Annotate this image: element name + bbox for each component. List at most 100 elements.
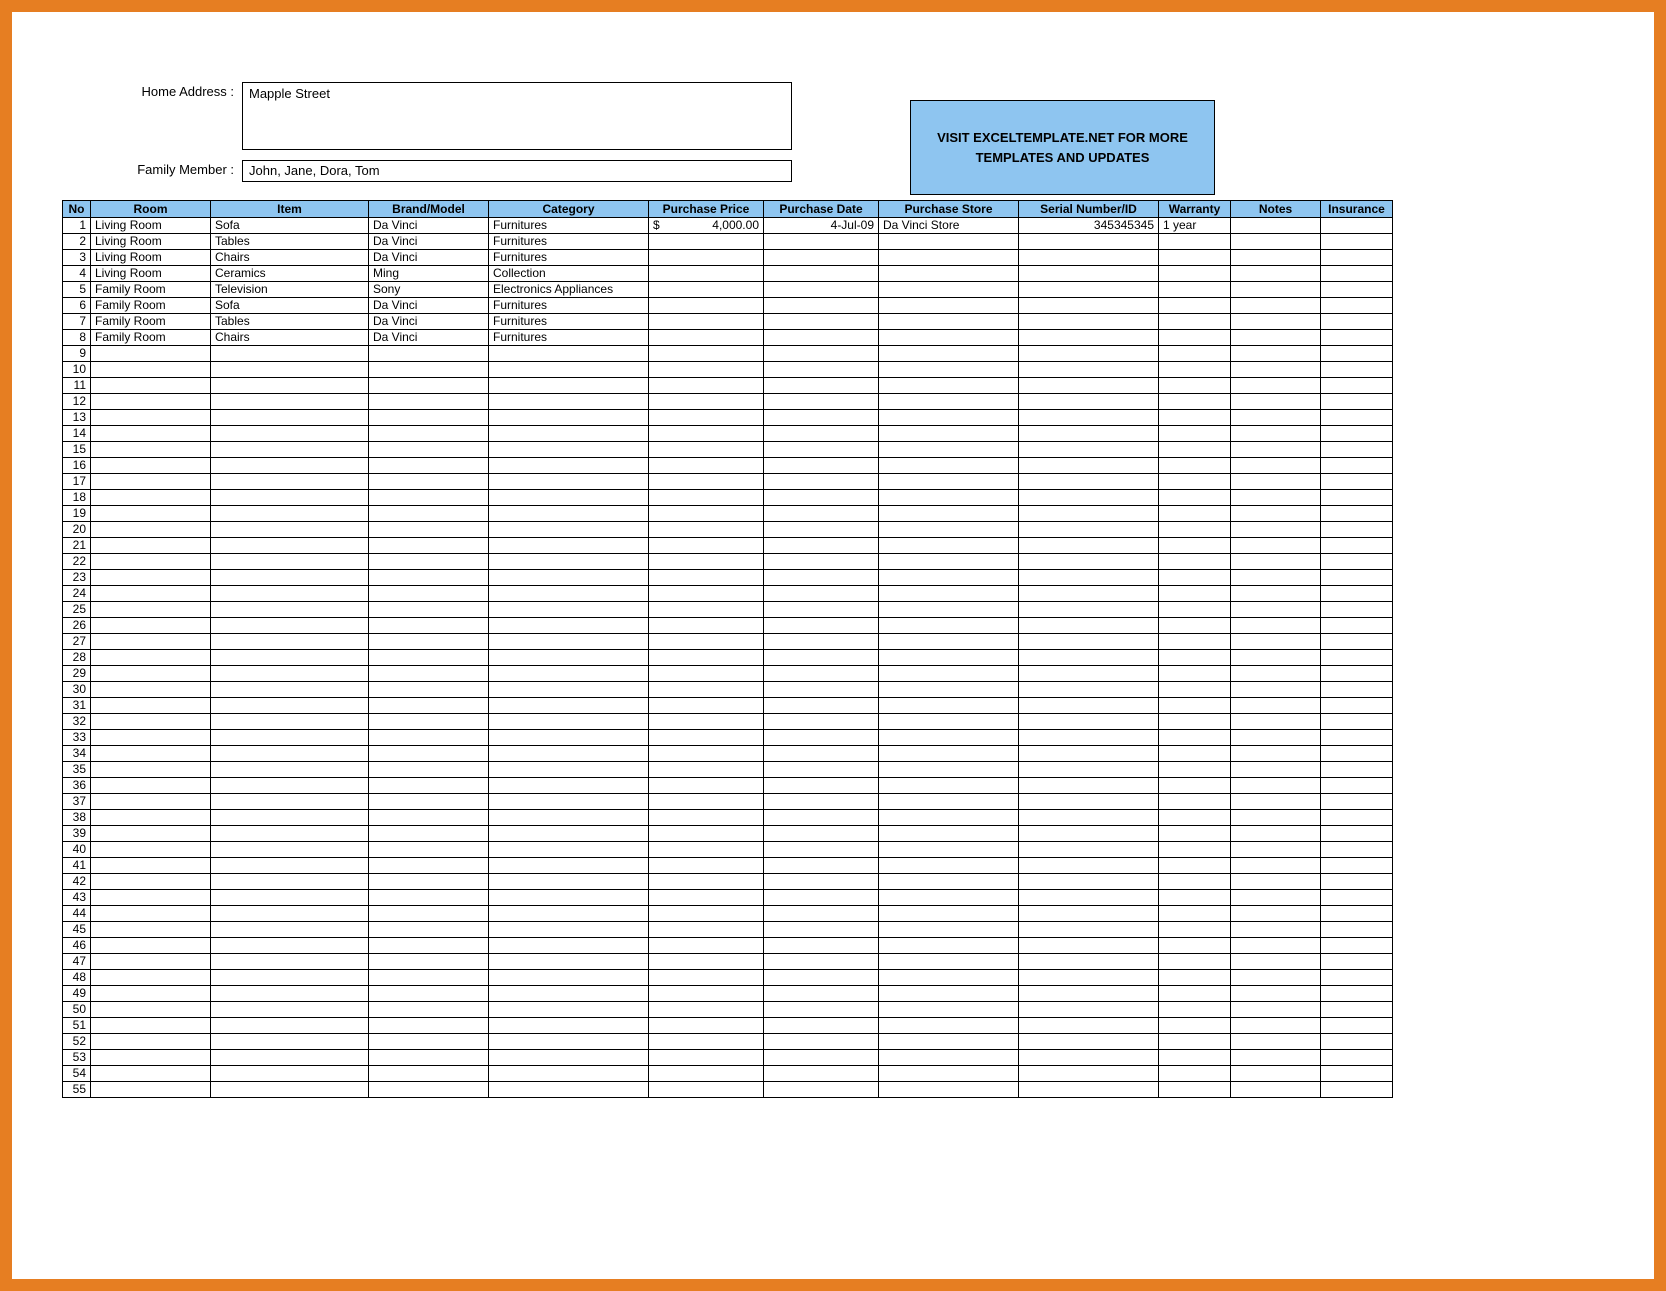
cell[interactable] [879, 874, 1019, 890]
table-row[interactable]: 52 [63, 1034, 1393, 1050]
cell[interactable] [211, 538, 369, 554]
cell[interactable]: Family Room [91, 314, 211, 330]
cell[interactable] [369, 890, 489, 906]
cell[interactable] [369, 538, 489, 554]
cell-price[interactable] [649, 1082, 764, 1098]
table-row[interactable]: 5Family RoomTelevisionSonyElectronics Ap… [63, 282, 1393, 298]
address-input[interactable]: Mapple Street [242, 82, 792, 150]
cell[interactable] [489, 570, 649, 586]
cell[interactable] [369, 586, 489, 602]
cell[interactable] [369, 634, 489, 650]
cell[interactable] [1321, 282, 1393, 298]
cell[interactable] [1159, 810, 1231, 826]
cell[interactable] [764, 810, 879, 826]
cell[interactable] [1231, 378, 1321, 394]
cell-price[interactable] [649, 858, 764, 874]
cell[interactable] [369, 394, 489, 410]
cell[interactable] [369, 682, 489, 698]
cell[interactable] [764, 314, 879, 330]
cell[interactable] [1231, 250, 1321, 266]
cell[interactable] [764, 442, 879, 458]
cell[interactable] [489, 586, 649, 602]
cell[interactable] [1159, 442, 1231, 458]
cell-price[interactable] [649, 938, 764, 954]
cell[interactable] [879, 522, 1019, 538]
cell[interactable]: Sony [369, 282, 489, 298]
cell[interactable] [1231, 234, 1321, 250]
cell[interactable]: 35 [63, 762, 91, 778]
cell-price[interactable] [649, 602, 764, 618]
cell[interactable] [1159, 954, 1231, 970]
cell[interactable] [879, 682, 1019, 698]
cell[interactable] [1019, 1050, 1159, 1066]
cell[interactable] [1231, 346, 1321, 362]
cell[interactable] [489, 986, 649, 1002]
cell[interactable] [764, 378, 879, 394]
cell[interactable] [369, 826, 489, 842]
cell[interactable] [1231, 922, 1321, 938]
cell[interactable] [879, 794, 1019, 810]
cell[interactable] [211, 794, 369, 810]
cell[interactable]: Television [211, 282, 369, 298]
cell[interactable]: Electronics Appliances [489, 282, 649, 298]
cell[interactable] [1019, 906, 1159, 922]
cell-price[interactable] [649, 634, 764, 650]
cell[interactable] [879, 954, 1019, 970]
cell[interactable] [1019, 778, 1159, 794]
cell[interactable] [1159, 330, 1231, 346]
cell[interactable] [369, 378, 489, 394]
cell[interactable]: Ceramics [211, 266, 369, 282]
cell[interactable] [91, 1002, 211, 1018]
cell[interactable] [91, 1018, 211, 1034]
cell[interactable] [764, 954, 879, 970]
table-row[interactable]: 22 [63, 554, 1393, 570]
cell[interactable]: 18 [63, 490, 91, 506]
cell[interactable] [879, 314, 1019, 330]
cell[interactable] [489, 474, 649, 490]
cell[interactable] [489, 1050, 649, 1066]
cell[interactable] [1321, 586, 1393, 602]
cell[interactable] [1159, 266, 1231, 282]
cell-price[interactable] [649, 970, 764, 986]
cell[interactable] [91, 794, 211, 810]
table-row[interactable]: 9 [63, 346, 1393, 362]
cell[interactable] [1159, 298, 1231, 314]
cell[interactable] [1159, 938, 1231, 954]
cell[interactable] [91, 1050, 211, 1066]
cell[interactable] [1019, 314, 1159, 330]
cell[interactable] [1321, 858, 1393, 874]
table-row[interactable]: 38 [63, 810, 1393, 826]
cell[interactable] [879, 1050, 1019, 1066]
cell[interactable] [1321, 346, 1393, 362]
cell[interactable]: Da Vinci Store [879, 218, 1019, 234]
cell[interactable] [1019, 666, 1159, 682]
table-row[interactable]: 28 [63, 650, 1393, 666]
cell[interactable] [1019, 762, 1159, 778]
cell[interactable] [1231, 890, 1321, 906]
cell[interactable] [489, 490, 649, 506]
cell[interactable] [1321, 682, 1393, 698]
cell[interactable] [1019, 426, 1159, 442]
cell[interactable] [1231, 730, 1321, 746]
cell[interactable] [1159, 650, 1231, 666]
cell[interactable] [1159, 250, 1231, 266]
table-row[interactable]: 54 [63, 1066, 1393, 1082]
cell-price[interactable] [649, 682, 764, 698]
cell[interactable] [1231, 954, 1321, 970]
cell[interactable] [1321, 714, 1393, 730]
table-row[interactable]: 41 [63, 858, 1393, 874]
cell[interactable]: 41 [63, 858, 91, 874]
cell[interactable] [1231, 778, 1321, 794]
cell[interactable] [764, 266, 879, 282]
table-row[interactable]: 14 [63, 426, 1393, 442]
cell[interactable] [211, 554, 369, 570]
cell[interactable] [489, 1034, 649, 1050]
cell[interactable] [1321, 842, 1393, 858]
cell-price[interactable] [649, 810, 764, 826]
table-row[interactable]: 18 [63, 490, 1393, 506]
cell[interactable] [1159, 634, 1231, 650]
cell[interactable] [1019, 1082, 1159, 1098]
table-row[interactable]: 27 [63, 634, 1393, 650]
cell[interactable] [1019, 330, 1159, 346]
cell[interactable] [211, 1034, 369, 1050]
